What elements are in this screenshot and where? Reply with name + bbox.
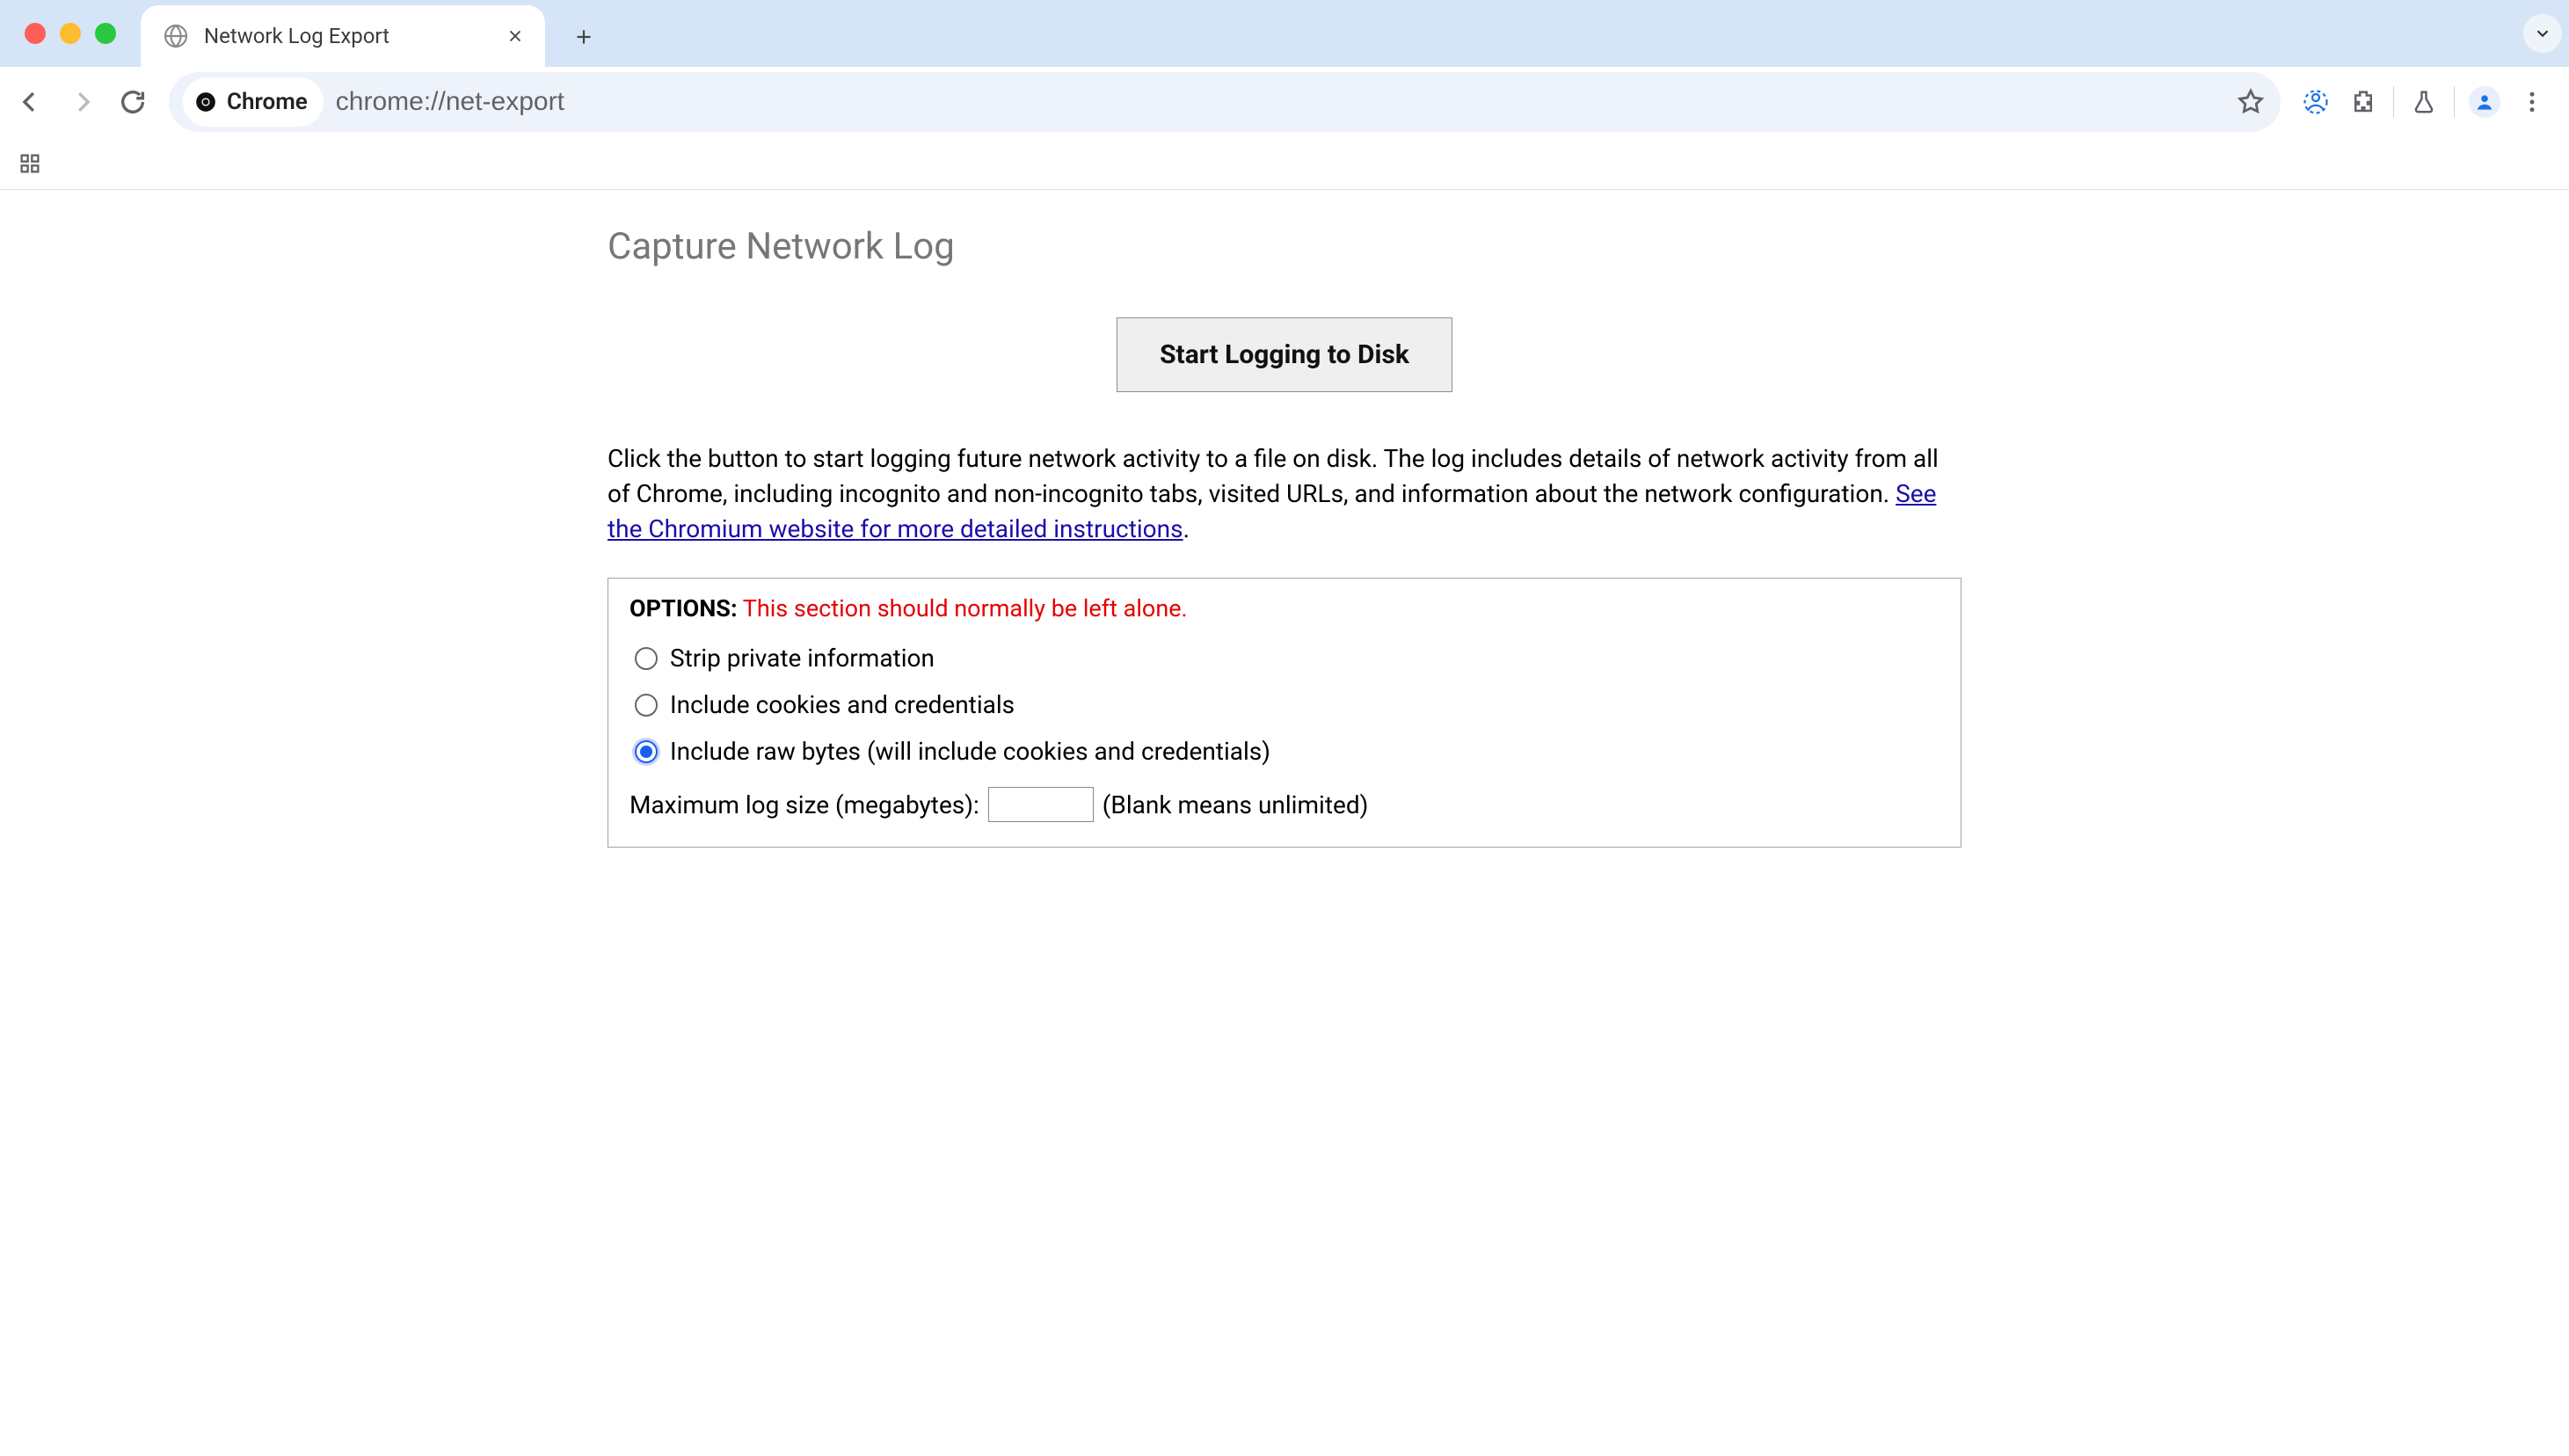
toolbar-separator bbox=[2454, 86, 2455, 118]
toolbar-actions bbox=[2293, 79, 2562, 125]
nav-reload-button[interactable] bbox=[109, 78, 156, 126]
kebab-menu-icon[interactable] bbox=[2509, 79, 2555, 125]
options-header-warning: This section should normally be left alo… bbox=[743, 594, 1188, 622]
browser-tab[interactable]: Network Log Export bbox=[141, 5, 545, 67]
max-log-size-suffix: (Blank means unlimited) bbox=[1103, 790, 1369, 819]
bookmarks-bar bbox=[0, 137, 2569, 190]
toolbar-separator bbox=[2393, 86, 2394, 118]
site-chip-label: Chrome bbox=[227, 89, 308, 115]
bookmark-star-icon[interactable] bbox=[2231, 83, 2270, 121]
page-title: Capture Network Log bbox=[608, 225, 1961, 268]
max-log-size-input[interactable] bbox=[988, 787, 1094, 822]
address-bar[interactable]: Chrome bbox=[169, 72, 2281, 132]
options-header: OPTIONS: This section should normally be… bbox=[630, 594, 1939, 622]
start-logging-button[interactable]: Start Logging to Disk bbox=[1117, 317, 1452, 392]
option-label: Strip private information bbox=[670, 644, 935, 673]
extensions-icon[interactable] bbox=[2340, 79, 2386, 125]
option-include-cookies[interactable]: Include cookies and credentials bbox=[630, 681, 1939, 728]
max-log-size-row: Maximum log size (megabytes): (Blank mea… bbox=[630, 775, 1939, 822]
tab-strip: Network Log Export bbox=[0, 0, 2569, 67]
labs-icon[interactable] bbox=[2401, 79, 2447, 125]
chrome-icon bbox=[193, 90, 218, 114]
profile-switcher-icon[interactable] bbox=[2293, 79, 2339, 125]
options-panel: OPTIONS: This section should normally be… bbox=[608, 578, 1961, 848]
apps-grid-icon[interactable] bbox=[12, 146, 47, 181]
option-include-raw-bytes[interactable]: Include raw bytes (will include cookies … bbox=[630, 728, 1939, 775]
max-log-size-label: Maximum log size (megabytes): bbox=[630, 790, 979, 819]
page-description: Click the button to start logging future… bbox=[608, 441, 1961, 546]
tab-title: Network Log Export bbox=[204, 24, 489, 48]
profile-avatar[interactable] bbox=[2462, 79, 2507, 125]
site-chip[interactable]: Chrome bbox=[183, 77, 324, 127]
new-tab-button[interactable] bbox=[559, 12, 608, 62]
radio-icon bbox=[635, 740, 658, 763]
options-header-label: OPTIONS bbox=[630, 594, 731, 622]
description-suffix: . bbox=[1183, 514, 1190, 543]
url-field[interactable] bbox=[336, 87, 2219, 117]
browser-toolbar: Chrome bbox=[0, 67, 2569, 137]
tab-overflow-button[interactable] bbox=[2523, 14, 2562, 53]
option-strip-private[interactable]: Strip private information bbox=[630, 635, 1939, 681]
close-tab-button[interactable] bbox=[503, 24, 528, 48]
page-content: Capture Network Log Start Logging to Dis… bbox=[0, 190, 2569, 883]
option-label: Include cookies and credentials bbox=[670, 690, 1015, 719]
globe-icon bbox=[162, 22, 190, 50]
radio-icon bbox=[635, 647, 658, 670]
description-text: Click the button to start logging future… bbox=[608, 444, 1939, 508]
option-label: Include raw bytes (will include cookies … bbox=[670, 737, 1270, 766]
nav-back-button[interactable] bbox=[7, 78, 55, 126]
nav-forward-button[interactable] bbox=[58, 78, 106, 126]
radio-icon bbox=[635, 694, 658, 717]
